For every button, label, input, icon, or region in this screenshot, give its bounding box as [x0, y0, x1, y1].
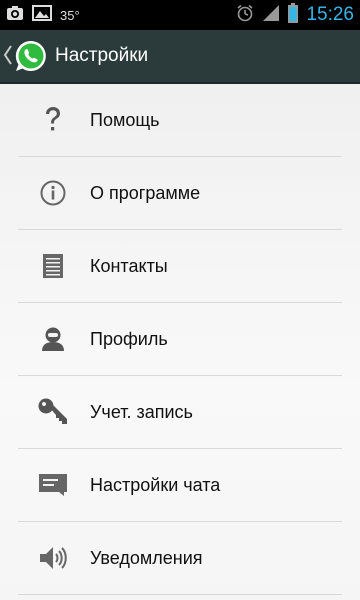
divider: [18, 594, 342, 595]
settings-list: Помощь О программе Контакты Профиль Учет…: [0, 84, 360, 600]
profile-icon: [33, 321, 73, 357]
action-bar: Настройки: [0, 30, 360, 84]
page-title: Настройки: [55, 45, 149, 66]
settings-item-chat-settings[interactable]: Настройки чата: [0, 449, 360, 521]
settings-item-label: Уведомления: [90, 548, 203, 568]
settings-item-account[interactable]: Учет. запись: [0, 376, 360, 448]
temperature-text: 35°: [60, 7, 80, 23]
settings-item-about[interactable]: О программе: [0, 157, 360, 229]
settings-item-label: Учет. запись: [90, 402, 193, 422]
notifications-icon: [33, 540, 73, 576]
chevron-left-icon: [3, 45, 12, 65]
signal-icon: [262, 4, 280, 27]
clock-text: 15:26: [306, 4, 354, 25]
whatsapp-logo: [15, 40, 46, 71]
settings-item-label: Контакты: [90, 256, 168, 276]
settings-item-profile[interactable]: Профиль: [0, 303, 360, 375]
status-bar: 35° 15:26: [0, 0, 360, 30]
contacts-icon: [33, 248, 73, 284]
settings-item-notifications[interactable]: Уведомления: [0, 522, 360, 594]
settings-item-label: Профиль: [90, 329, 168, 349]
battery-icon: [288, 2, 299, 28]
gallery-icon: [32, 4, 52, 26]
settings-item-help[interactable]: Помощь: [0, 84, 360, 156]
key-icon: [33, 394, 73, 430]
camera-icon: [6, 4, 24, 27]
up-button[interactable]: [0, 30, 52, 82]
alarm-icon: [236, 4, 254, 27]
help-icon: [33, 102, 73, 138]
settings-item-label: О программе: [90, 183, 201, 203]
info-icon: [33, 175, 73, 211]
settings-item-label: Настройки чата: [90, 475, 221, 495]
settings-item-contacts[interactable]: Контакты: [0, 230, 360, 302]
settings-item-label: Помощь: [90, 110, 160, 130]
chat-settings-icon: [33, 467, 73, 503]
